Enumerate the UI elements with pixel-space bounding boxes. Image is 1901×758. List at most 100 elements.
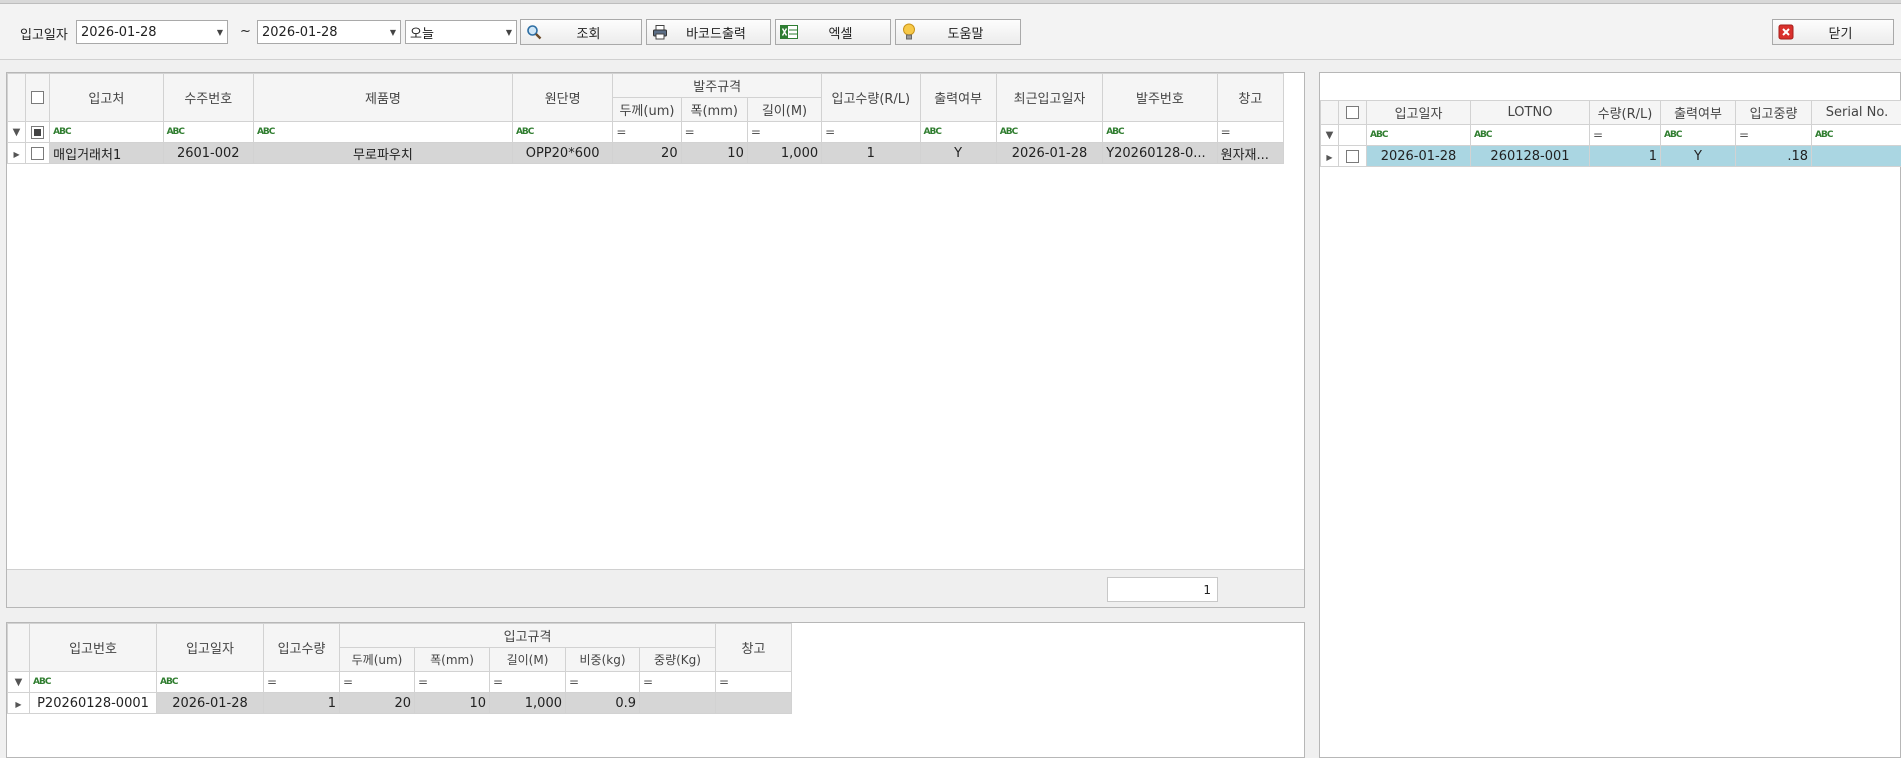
- cell-in-qty[interactable]: 1: [821, 142, 921, 164]
- cell-length[interactable]: 1,000: [489, 692, 566, 714]
- cell-supplier[interactable]: 매입거래처1: [49, 142, 164, 164]
- col-header-in-date[interactable]: 입고일자: [156, 623, 264, 672]
- cell-last-in-date[interactable]: 2026-01-28: [995, 142, 1104, 164]
- col-header-order-no[interactable]: 수주번호: [162, 73, 254, 122]
- date-to-combo[interactable]: 2026-01-28 ▼: [257, 20, 401, 44]
- barcode-print-button[interactable]: 바코드출력: [646, 19, 771, 45]
- cell-width[interactable]: 10: [414, 692, 490, 714]
- filter-printed[interactable]: ABC: [919, 121, 997, 143]
- col-header-qty[interactable]: 수량(R/L): [1589, 100, 1661, 125]
- cell-printed[interactable]: Y: [1660, 145, 1736, 167]
- chevron-down-icon[interactable]: ▼: [386, 28, 400, 37]
- select-all-header[interactable]: [25, 73, 51, 122]
- col-header-width[interactable]: 폭(mm): [414, 647, 490, 672]
- chevron-down-icon[interactable]: ▼: [213, 28, 227, 37]
- cell-warehouse[interactable]: 원자재...: [1216, 142, 1285, 164]
- row-checkbox[interactable]: [1338, 145, 1367, 167]
- col-header-warehouse[interactable]: 창고: [715, 623, 792, 672]
- filter-in-date[interactable]: ABC: [1366, 124, 1471, 146]
- close-button[interactable]: 닫기: [1772, 19, 1894, 45]
- funnel-icon[interactable]: ▼: [1320, 124, 1339, 146]
- cell-in-date[interactable]: 2026-01-28: [1366, 145, 1471, 167]
- cell-density[interactable]: 0.9: [565, 692, 640, 714]
- col-header-lotno[interactable]: LOTNO: [1470, 100, 1590, 125]
- filter-lotno[interactable]: ABC: [1470, 124, 1590, 146]
- filter-supplier[interactable]: ABC: [49, 121, 164, 143]
- cell-weight[interactable]: [639, 692, 716, 714]
- col-header-in-qty[interactable]: 입고수량(R/L): [821, 73, 921, 122]
- funnel-icon[interactable]: ▼: [7, 671, 30, 693]
- col-header-raw[interactable]: 원단명: [511, 73, 614, 122]
- help-button[interactable]: 도움말: [895, 19, 1021, 45]
- filter-weight[interactable]: =: [1735, 124, 1812, 146]
- filter-serial[interactable]: ABC: [1811, 124, 1901, 146]
- col-header-width[interactable]: 폭(mm): [680, 97, 748, 122]
- select-all-checkbox[interactable]: [31, 91, 45, 104]
- cell-product[interactable]: 무로파우치: [252, 142, 513, 164]
- col-header-warehouse[interactable]: 창고: [1216, 73, 1285, 122]
- period-select[interactable]: 오늘 ▼: [405, 20, 517, 44]
- filter-warehouse[interactable]: =: [715, 671, 792, 693]
- cell-thickness[interactable]: 20: [339, 692, 415, 714]
- col-header-printed[interactable]: 출력여부: [1660, 100, 1736, 125]
- table-row[interactable]: ▶ 매입거래처1 2601-002 무로파우치 OPP20*600 20 10 …: [6, 142, 1285, 164]
- filter-length[interactable]: =: [746, 121, 823, 143]
- col-header-weight[interactable]: 중량(Kg): [639, 647, 716, 672]
- col-header-last-in-date[interactable]: 최근입고일자: [995, 73, 1104, 122]
- filter-in-qty[interactable]: =: [263, 671, 340, 693]
- col-header-length[interactable]: 길이(M): [746, 97, 823, 122]
- col-header-serial[interactable]: Serial No.: [1811, 100, 1901, 125]
- filter-in-qty[interactable]: =: [821, 121, 921, 143]
- col-header-density[interactable]: 비중(kg): [565, 647, 640, 672]
- funnel-icon[interactable]: ▼: [6, 121, 27, 143]
- select-all-header[interactable]: [1338, 100, 1367, 125]
- col-header-length[interactable]: 길이(M): [489, 647, 566, 672]
- cell-qty[interactable]: 1: [1589, 145, 1661, 167]
- filter-raw[interactable]: ABC: [511, 121, 614, 143]
- filter-thickness[interactable]: =: [339, 671, 415, 693]
- filter-weight[interactable]: =: [639, 671, 716, 693]
- filter-select-checkbox[interactable]: [25, 121, 51, 143]
- cell-raw[interactable]: OPP20*600: [511, 142, 614, 164]
- search-button[interactable]: 조회: [520, 19, 642, 45]
- cell-thickness[interactable]: 20: [612, 142, 682, 164]
- col-header-thickness[interactable]: 두께(um): [612, 97, 682, 122]
- cell-po-no[interactable]: Y20260128-0...: [1102, 142, 1218, 164]
- filter-in-no[interactable]: ABC: [29, 671, 157, 693]
- cell-in-no[interactable]: P20260128-0001: [29, 692, 157, 714]
- filter-in-date[interactable]: ABC: [156, 671, 264, 693]
- filter-product[interactable]: ABC: [252, 121, 513, 143]
- table-row[interactable]: ▶ P20260128-0001 2026-01-28 1 20 10 1,00…: [7, 692, 792, 714]
- col-header-product[interactable]: 제품명: [252, 73, 513, 122]
- filter-length[interactable]: =: [489, 671, 566, 693]
- col-header-in-date[interactable]: 입고일자: [1366, 100, 1471, 125]
- filter-warehouse[interactable]: =: [1216, 121, 1285, 143]
- col-header-in-no[interactable]: 입고번호: [29, 623, 157, 672]
- cell-warehouse[interactable]: [715, 692, 792, 714]
- cell-weight[interactable]: .18: [1735, 145, 1812, 167]
- cell-lotno[interactable]: 260128-001: [1470, 145, 1590, 167]
- filter-select[interactable]: [1338, 124, 1367, 146]
- cell-in-date[interactable]: 2026-01-28: [156, 692, 264, 714]
- col-header-weight[interactable]: 입고중량: [1735, 100, 1812, 125]
- filter-order-no[interactable]: ABC: [162, 121, 254, 143]
- excel-button[interactable]: 엑셀: [775, 19, 891, 45]
- col-header-thickness[interactable]: 두께(um): [339, 647, 415, 672]
- col-header-po-no[interactable]: 발주번호: [1102, 73, 1218, 122]
- filter-last-in-date[interactable]: ABC: [995, 121, 1104, 143]
- filter-width[interactable]: =: [414, 671, 490, 693]
- filter-density[interactable]: =: [565, 671, 640, 693]
- cell-width[interactable]: 10: [680, 142, 748, 164]
- filter-thickness[interactable]: =: [612, 121, 682, 143]
- table-row[interactable]: ▶ 2026-01-28 260128-001 1 Y .18: [1320, 145, 1901, 167]
- chevron-down-icon[interactable]: ▼: [502, 28, 516, 37]
- filter-po-no[interactable]: ABC: [1102, 121, 1218, 143]
- cell-order-no[interactable]: 2601-002: [162, 142, 254, 164]
- select-all-checkbox[interactable]: [1346, 106, 1359, 119]
- row-checkbox[interactable]: [25, 142, 51, 164]
- filter-qty[interactable]: =: [1589, 124, 1661, 146]
- cell-printed[interactable]: Y: [919, 142, 997, 164]
- filter-printed[interactable]: ABC: [1660, 124, 1736, 146]
- cell-in-qty[interactable]: 1: [263, 692, 340, 714]
- date-from-combo[interactable]: 2026-01-28 ▼: [76, 20, 228, 44]
